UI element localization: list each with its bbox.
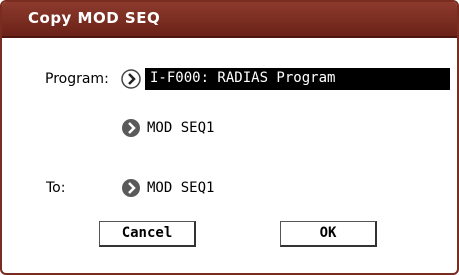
copy-mod-seq-dialog: Copy MOD SEQ Program: I-F000: RADIAS Pro… (0, 0, 459, 275)
program-value: I-F000: RADIAS Program (150, 70, 336, 86)
program-label: Program: (45, 71, 109, 87)
ok-button[interactable]: OK (280, 221, 377, 247)
source-mod-seq-value[interactable]: MOD SEQ1 (147, 120, 214, 136)
program-select-arrow-icon[interactable] (121, 69, 141, 89)
dialog-title: Copy MOD SEQ (28, 9, 161, 27)
program-field[interactable]: I-F000: RADIAS Program (145, 68, 450, 90)
source-select-arrow-icon[interactable] (121, 118, 141, 138)
to-label: To: (46, 180, 66, 196)
destination-select-arrow-icon[interactable] (121, 178, 141, 198)
cancel-button[interactable]: Cancel (99, 221, 196, 247)
destination-mod-seq-value[interactable]: MOD SEQ1 (147, 180, 214, 196)
title-bar: Copy MOD SEQ (2, 2, 457, 38)
